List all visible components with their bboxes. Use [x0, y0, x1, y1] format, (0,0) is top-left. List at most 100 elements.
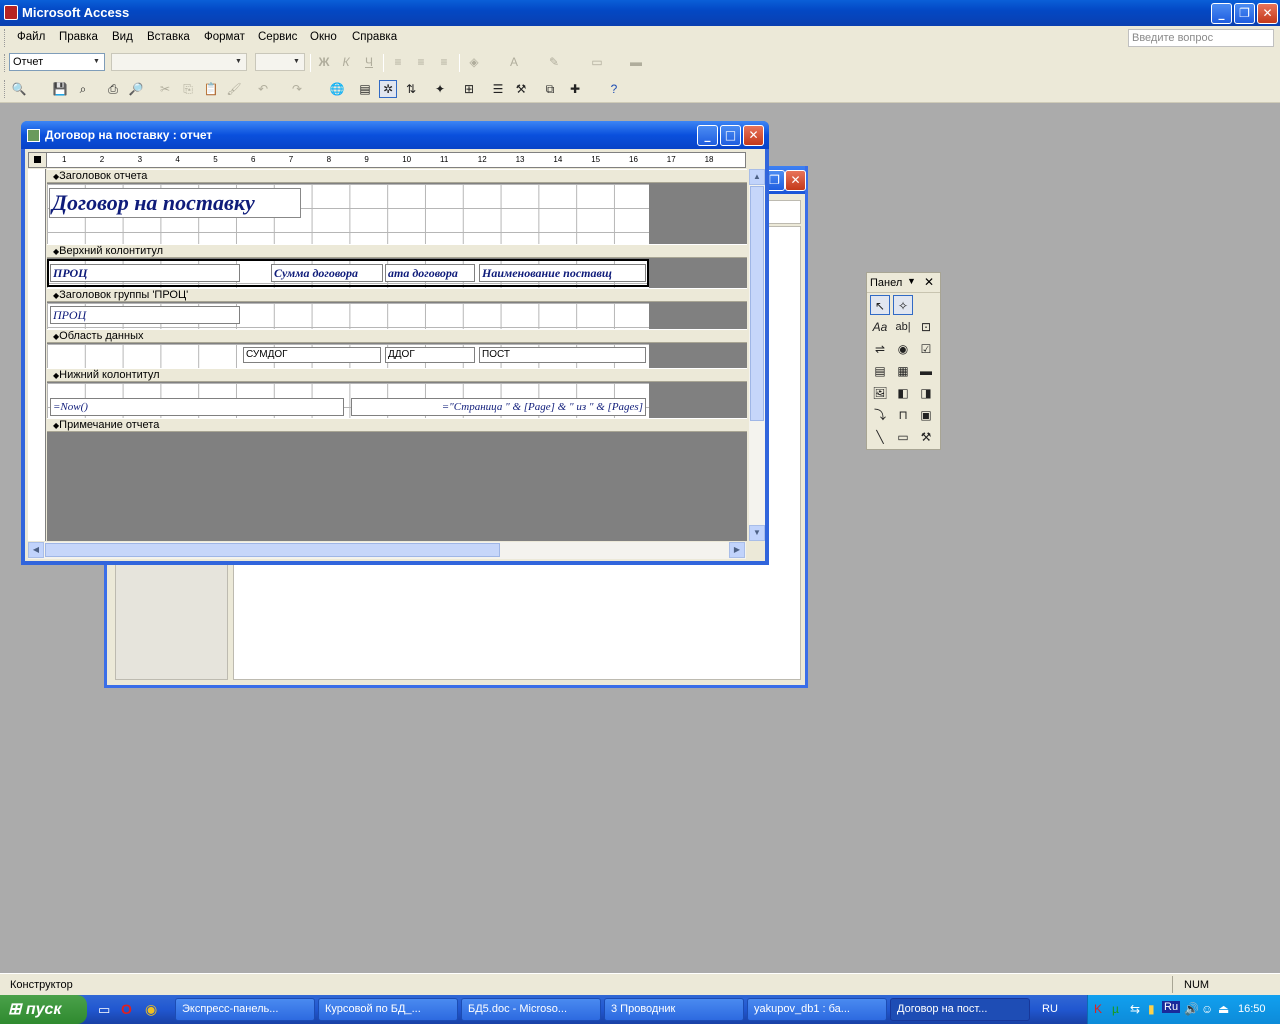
help-icon[interactable]: ? — [605, 80, 623, 98]
toolbox-icon[interactable]: ✲ — [379, 80, 397, 98]
toolbox-panel[interactable]: Панел ▼ ✕ ↖ ✧ Aa ab| ⊡ ⇌ ◉ ☑ ▤ ▦ ▬ 🖼 ◧ ◨… — [866, 272, 941, 450]
scroll-right-icon[interactable]: ▶ — [729, 542, 745, 558]
fill-color-icon[interactable]: ◈ — [465, 53, 483, 71]
underline-icon[interactable]: Ч — [360, 53, 378, 71]
tab-control-icon[interactable]: ⊓ — [893, 405, 913, 425]
d-ddog-field[interactable]: ДДОГ — [385, 347, 475, 363]
combo-box-icon[interactable]: ▤ — [870, 361, 890, 381]
ph-sum-label[interactable]: Сумма договора — [271, 264, 383, 282]
undo-icon[interactable]: ↶ — [254, 80, 272, 98]
report-selector[interactable] — [29, 153, 47, 167]
report-design-window[interactable]: Договор на поставку : отчет _ □ ✕ 123456… — [21, 121, 769, 565]
field-list-icon[interactable]: ▤ — [356, 80, 374, 98]
subform-icon[interactable]: ▣ — [916, 405, 936, 425]
d-post-field[interactable]: ПОСТ — [479, 347, 646, 363]
copy-icon[interactable]: ⎘ — [179, 80, 197, 98]
bound-object-icon[interactable]: ◨ — [916, 383, 936, 403]
taskbar-item-word-bd5[interactable]: БД5.doc - Microso... — [461, 998, 601, 1021]
scroll-left-icon[interactable]: ◀ — [28, 542, 44, 558]
volume-icon[interactable]: 🔊 — [1184, 1002, 1199, 1016]
more-controls-icon[interactable]: ⚒ — [916, 427, 936, 447]
ph-supplier-label[interactable]: Наименование поставщ — [479, 264, 646, 282]
redo-icon[interactable]: ↷ — [288, 80, 306, 98]
close-icon[interactable]: ✕ — [924, 275, 934, 289]
antivirus-icon[interactable]: K — [1094, 1002, 1102, 1016]
section-report-footer[interactable] — [47, 433, 747, 541]
taskbar-item-word-coursework[interactable]: Курсовой по БД_... — [318, 998, 458, 1021]
wizards-icon[interactable]: ✧ — [893, 295, 913, 315]
close-button[interactable]: ✕ — [785, 170, 806, 191]
autoformat-icon[interactable]: ✦ — [431, 80, 449, 98]
border-icon[interactable]: ▭ — [588, 53, 606, 71]
menu-format[interactable]: Формат — [204, 31, 245, 43]
bold-icon[interactable]: Ж — [315, 53, 333, 71]
menu-help[interactable]: Справка — [352, 31, 397, 43]
code-icon[interactable]: ⊞ — [460, 80, 478, 98]
textbox-icon[interactable]: ab| — [893, 317, 913, 337]
chrome-icon[interactable]: ◉ — [145, 1001, 157, 1018]
object-combo[interactable]: Отчет ▼ — [9, 53, 105, 71]
report-title-label[interactable]: Договор на поставку — [49, 188, 301, 218]
checkbox-icon[interactable]: ☑ — [916, 339, 936, 359]
close-button[interactable]: ✕ — [743, 125, 764, 146]
horizontal-scroll-thumb[interactable] — [45, 543, 500, 557]
minimize-button[interactable]: _ — [697, 125, 718, 146]
band-report-header[interactable]: Заголовок отчета — [47, 169, 747, 183]
taskbar-item-report[interactable]: Договор на пост... — [890, 998, 1030, 1021]
menu-insert[interactable]: Вставка — [147, 31, 190, 43]
ph-proc-label[interactable]: ПРОЦ — [50, 264, 240, 282]
pf-now-field[interactable]: =Now() — [50, 398, 344, 416]
opera-icon[interactable]: O — [121, 1001, 132, 1017]
unbound-object-icon[interactable]: ◧ — [893, 383, 913, 403]
chevron-down-icon[interactable]: ▼ — [907, 276, 916, 286]
gh-proc-field[interactable]: ПРОЦ — [50, 306, 240, 324]
scroll-up-icon[interactable]: ▲ — [749, 169, 765, 185]
align-left-icon[interactable]: ≡ — [389, 53, 407, 71]
file-search-icon[interactable]: ⌕ — [74, 80, 92, 98]
band-group-header[interactable]: Заголовок группы 'ПРОЦ' — [47, 288, 747, 302]
language-indicator[interactable]: RU — [1042, 1003, 1058, 1015]
command-button-icon[interactable]: ▬ — [916, 361, 936, 381]
paste-icon[interactable]: 📋 — [202, 80, 220, 98]
new-object-icon[interactable]: ✚ — [566, 80, 584, 98]
properties-icon[interactable]: ☰ — [489, 80, 507, 98]
close-button[interactable]: ✕ — [1257, 3, 1278, 24]
band-detail[interactable]: Область данных — [47, 329, 747, 343]
image-icon[interactable]: 🖼 — [870, 383, 890, 403]
taskbar-item-explorer[interactable]: 3 Проводник — [604, 998, 744, 1021]
menu-view[interactable]: Вид — [112, 31, 133, 43]
keyboard-layout-icon[interactable]: Ru — [1162, 1001, 1181, 1013]
align-center-icon[interactable]: ≡ — [412, 53, 430, 71]
sorting-grouping-icon[interactable]: ⇅ — [402, 80, 420, 98]
network-icon[interactable]: ⇆ — [1130, 1002, 1140, 1016]
menu-window[interactable]: Окно — [310, 31, 337, 43]
pf-pages-field[interactable]: ="Страница " & [Page] & " из " & [Pages] — [351, 398, 646, 416]
menu-edit[interactable]: Правка — [59, 31, 98, 43]
database-window-icon[interactable]: ⧉ — [541, 80, 559, 98]
italic-icon[interactable]: К — [337, 53, 355, 71]
menu-tools[interactable]: Сервис — [258, 31, 297, 43]
menu-file[interactable]: Файл — [17, 31, 45, 43]
line-icon[interactable]: ╲ — [870, 427, 890, 447]
font-size-combo[interactable]: ▼ — [255, 53, 305, 71]
font-combo[interactable]: ▼ — [111, 53, 247, 71]
format-painter-icon[interactable]: 🖌 — [225, 80, 243, 98]
horizontal-scrollbar[interactable]: ◀ ▶ — [28, 542, 746, 559]
restore-button[interactable]: ❐ — [1234, 3, 1255, 24]
page-break-icon[interactable]: ⤵ — [870, 405, 890, 425]
taskbar-item-database[interactable]: yakupov_db1 : ба... — [747, 998, 887, 1021]
d-sumdog-field[interactable]: СУМДОГ — [243, 347, 381, 363]
font-color-icon[interactable]: A — [505, 53, 523, 71]
messenger-icon[interactable]: ☺ — [1201, 1002, 1213, 1016]
vertical-scroll-thumb[interactable] — [750, 186, 764, 421]
app-tray-icon[interactable]: ▮ — [1148, 1002, 1155, 1016]
rectangle-icon[interactable]: ▭ — [893, 427, 913, 447]
band-page-header[interactable]: Верхний колонтитул — [47, 244, 747, 258]
toggle-button-icon[interactable]: ⇌ — [870, 339, 890, 359]
minimize-button[interactable]: _ — [1211, 3, 1232, 24]
torrent-icon[interactable]: µ — [1112, 1002, 1119, 1016]
scroll-down-icon[interactable]: ▼ — [749, 525, 765, 541]
label-icon[interactable]: Aa — [870, 317, 890, 337]
band-report-footer[interactable]: Примечание отчета — [47, 418, 747, 432]
view-icon[interactable]: 🔍 — [10, 80, 28, 98]
